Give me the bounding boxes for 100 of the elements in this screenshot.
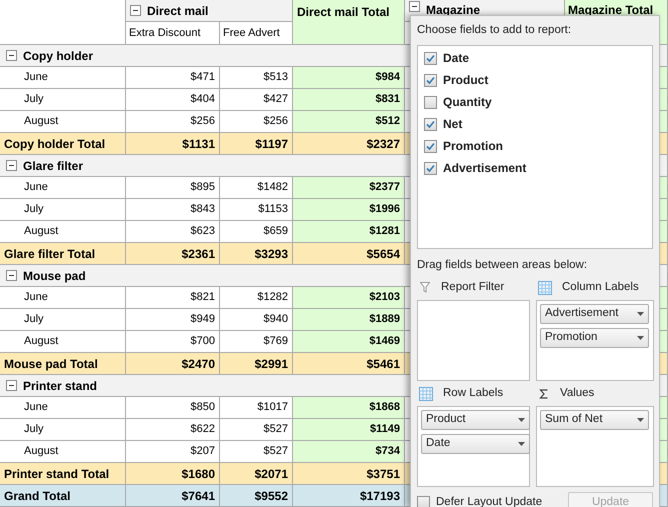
collapse-icon[interactable]	[6, 50, 17, 61]
collapse-icon[interactable]	[6, 160, 17, 171]
table-cell: $527	[220, 419, 293, 441]
field-item[interactable]: Net	[424, 116, 646, 132]
table-cell: $3293	[220, 243, 293, 265]
collapse-icon[interactable]	[6, 270, 17, 281]
caret-icon	[637, 336, 644, 340]
table-cell: $843	[126, 199, 220, 221]
table-cell: $1680	[126, 463, 220, 485]
row-header: Printer stand Total	[0, 463, 126, 485]
table-cell: $1889	[293, 309, 405, 331]
row-header: July	[0, 199, 126, 221]
field-chip[interactable]: Date	[421, 434, 530, 454]
table-cell: $1149	[293, 419, 405, 441]
table-cell: $7641	[126, 485, 220, 507]
table-cell: $1281	[293, 221, 405, 243]
table-cell: $949	[126, 309, 220, 331]
table-cell: $5654	[293, 243, 405, 265]
row-header: June	[0, 397, 126, 419]
table-cell: $2991	[220, 353, 293, 375]
table-cell: $2327	[293, 133, 405, 155]
field-item[interactable]: Promotion	[424, 138, 646, 154]
row-header: July	[0, 419, 126, 441]
filter-icon	[419, 282, 431, 294]
table-cell: $513	[220, 67, 293, 89]
table-cell: $2470	[126, 353, 220, 375]
table-cell: $3751	[293, 463, 405, 485]
table-cell: $984	[293, 67, 405, 89]
table-cell: $5461	[293, 353, 405, 375]
column-header: Free Advert	[220, 22, 293, 45]
table-cell: $769	[220, 331, 293, 353]
row-header: July	[0, 309, 126, 331]
table-cell: $831	[293, 89, 405, 111]
table-cell: $1996	[293, 199, 405, 221]
table-cell: $1868	[293, 397, 405, 419]
grid-icon	[538, 280, 552, 294]
caret-icon	[637, 312, 644, 316]
checkbox[interactable]	[424, 74, 437, 87]
row-header: June	[0, 67, 126, 89]
collapse-icon[interactable]	[130, 5, 141, 16]
table-cell: $622	[126, 419, 220, 441]
row-header: August	[0, 441, 126, 463]
table-cell: $1482	[220, 177, 293, 199]
table-cell: $700	[126, 331, 220, 353]
sigma-icon	[538, 388, 550, 400]
table-cell: $1131	[126, 133, 220, 155]
table-cell: $207	[126, 441, 220, 463]
row-header: August	[0, 111, 126, 133]
table-cell: $2361	[126, 243, 220, 265]
column-group-header: Direct mail	[126, 0, 293, 22]
table-cell: $9552	[220, 485, 293, 507]
checkbox[interactable]	[424, 96, 437, 109]
field-chip[interactable]: Sum of Net	[540, 410, 649, 430]
field-item[interactable]: Quantity	[424, 94, 646, 110]
table-cell: $17193	[293, 485, 405, 507]
table-cell: $895	[126, 177, 220, 199]
table-cell: $2377	[293, 177, 405, 199]
field-chip[interactable]: Product	[421, 410, 530, 430]
table-cell: $1017	[220, 397, 293, 419]
collapse-icon[interactable]	[409, 1, 420, 12]
row-header: June	[0, 177, 126, 199]
checkbox[interactable]	[424, 118, 437, 131]
row-header: Grand Total	[0, 485, 126, 507]
table-cell: $256	[126, 111, 220, 133]
column-header: Extra Discount	[126, 22, 220, 45]
row-header: August	[0, 331, 126, 353]
table-cell: $2103	[293, 287, 405, 309]
row-header: Mouse pad Total	[0, 353, 126, 375]
row-header: Copy holder Total	[0, 133, 126, 155]
field-item[interactable]: Product	[424, 72, 646, 88]
row-header: July	[0, 89, 126, 111]
row-header: August	[0, 221, 126, 243]
field-item[interactable]: Date	[424, 50, 646, 66]
checkbox[interactable]	[424, 140, 437, 153]
table-cell: $1197	[220, 133, 293, 155]
table-cell: $659	[220, 221, 293, 243]
column-header: Direct mail Total	[293, 0, 405, 45]
table-cell: $404	[126, 89, 220, 111]
field-chip[interactable]: Advertisement	[540, 304, 649, 324]
grid-icon	[419, 386, 433, 400]
table-cell: $527	[220, 441, 293, 463]
checkbox[interactable]	[424, 52, 437, 65]
collapse-icon[interactable]	[6, 380, 17, 391]
table-cell: $256	[220, 111, 293, 133]
table-cell: $471	[126, 67, 220, 89]
defer-checkbox[interactable]: Defer Layout Update	[417, 494, 542, 507]
table-cell: $1153	[220, 199, 293, 221]
field-chip[interactable]: Promotion	[540, 328, 649, 348]
table-cell: $2071	[220, 463, 293, 485]
table-cell: $940	[220, 309, 293, 331]
table-cell: $1282	[220, 287, 293, 309]
table-cell: $623	[126, 221, 220, 243]
checkbox[interactable]	[417, 496, 430, 507]
row-header: Glare filter Total	[0, 243, 126, 265]
table-cell: $821	[126, 287, 220, 309]
checkbox[interactable]	[424, 162, 437, 175]
table-cell: $734	[293, 441, 405, 463]
row-header: June	[0, 287, 126, 309]
field-item[interactable]: Advertisement	[424, 160, 646, 176]
table-cell: $512	[293, 111, 405, 133]
